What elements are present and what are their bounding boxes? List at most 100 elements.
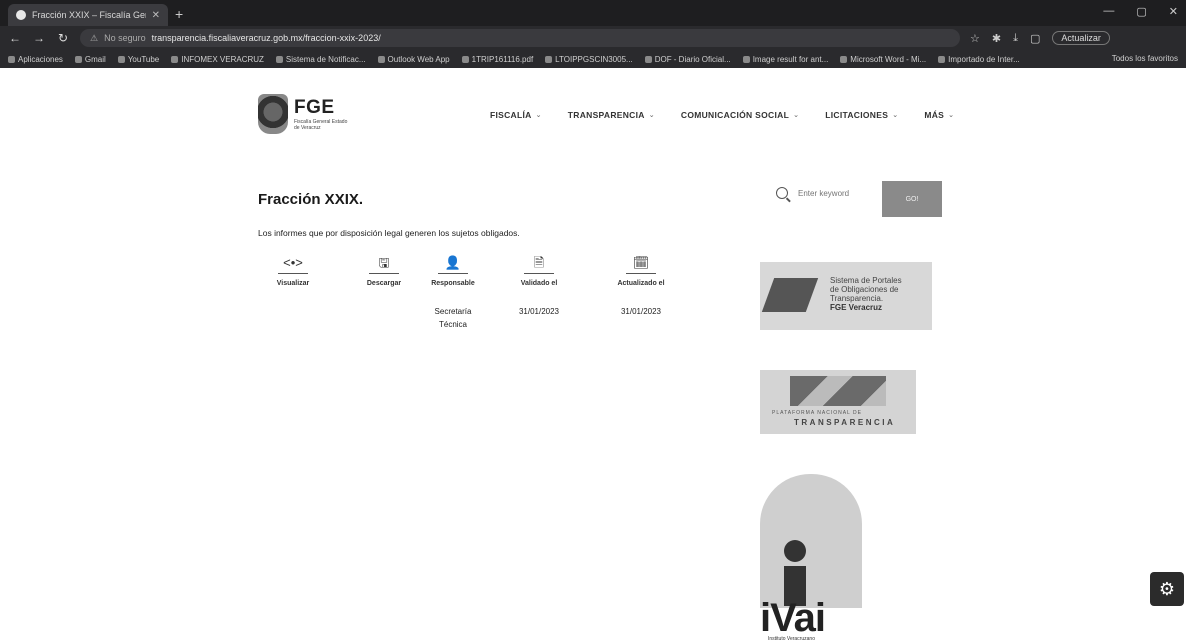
- minimize-button[interactable]: —: [1103, 5, 1114, 18]
- bookmark-item[interactable]: YouTube: [117, 55, 159, 64]
- dof-icon: [644, 55, 652, 63]
- sipot-text: Sistema de Portales de Obligaciones de T…: [830, 276, 902, 312]
- crest-icon: [258, 94, 288, 134]
- close-window-button[interactable]: ✕: [1169, 5, 1178, 18]
- menu-item-fiscalia[interactable]: FISCALÍA ⌄: [490, 110, 542, 120]
- apps-icon: [8, 55, 15, 63]
- site-logo[interactable]: FGE Fiscalía General Estado de Veracruz: [258, 94, 354, 134]
- browser-tab[interactable]: Fracción XXIX – Fiscalía General ✕: [8, 4, 168, 26]
- back-icon[interactable]: ←: [8, 31, 22, 45]
- bookmark-item[interactable]: Gmail: [74, 55, 106, 64]
- chevron-down-icon: ⌄: [648, 112, 655, 119]
- validado-value: 31/01/2023: [518, 307, 560, 316]
- bookmark-item[interactable]: Image result for ant...: [742, 55, 828, 64]
- logo-title: FGE: [294, 97, 335, 118]
- menu-item-mas[interactable]: MÁS ⌄: [924, 110, 954, 120]
- actualizado-label: Actualizado el: [617, 280, 665, 287]
- validated-icon: 🗎: [533, 255, 545, 270]
- logo-subtitle: Fiscalía General Estado de Veracruz: [294, 119, 348, 131]
- forward-icon[interactable]: →: [32, 31, 46, 45]
- responsable-label: Responsable: [431, 280, 475, 287]
- visualizar-action[interactable]: <•> Visualizar: [248, 255, 338, 287]
- accessibility-icon: ⚙: [1158, 578, 1176, 599]
- chevron-down-icon: ⌄: [535, 112, 542, 119]
- download-icon[interactable]: ⤓: [1013, 32, 1018, 45]
- eye-code-icon: <•>: [283, 255, 303, 270]
- close-tab-icon[interactable]: ✕: [152, 10, 160, 21]
- actualizado-field: 🗓 Actualizado el 31/01/2023: [596, 255, 686, 318]
- main-content: Fracción XXIX. Los informes que por disp…: [258, 185, 718, 329]
- bookmark-item[interactable]: Sistema de Notificac...: [275, 55, 366, 64]
- doc-icon: [545, 55, 553, 63]
- menu-item-transparencia[interactable]: TRANSPARENCIA ⌄: [568, 110, 655, 120]
- main-menu: FISCALÍA ⌄ TRANSPARENCIA ⌄ COMUNICACIÓN SO…: [490, 110, 954, 120]
- bookmark-item[interactable]: Importado de Inter...: [938, 55, 1020, 64]
- actualizado-value: 31/01/2023: [620, 307, 662, 316]
- security-label: No seguro: [104, 33, 146, 43]
- page-description: Los informes que por disposición legal g…: [258, 228, 520, 238]
- pnt-title: TRANSPARENCIA: [794, 418, 896, 427]
- outlook-icon: [377, 55, 385, 63]
- chevron-down-icon: ⌄: [793, 112, 800, 119]
- pdf-icon: [461, 55, 469, 63]
- browser-chrome: Fracción XXIX – Fiscalía General ✕ + — ▢…: [0, 0, 1186, 68]
- document-meta: <•> Visualizar 🖫 Descargar 👤 Responsable…: [258, 255, 718, 365]
- ivai-banner[interactable]: iVai Instituto Veracruzano: [760, 474, 862, 644]
- search-input[interactable]: [798, 188, 883, 198]
- url-text[interactable]: transparencia.fiscaliaveracruz.gob.mx/fr…: [152, 33, 381, 43]
- menu-item-comunicacion-social[interactable]: COMUNICACIÓN SOCIAL ⌄: [681, 110, 799, 120]
- ivai-caption: Instituto Veracruzano: [768, 636, 815, 642]
- sipot-logo-icon: [761, 278, 819, 312]
- star-icon[interactable]: ☆: [970, 32, 980, 45]
- accessibility-button[interactable]: ⚙: [1150, 572, 1184, 606]
- responsable-field: 👤 Responsable Secretaría Técnica: [408, 255, 498, 331]
- sidepanel-icon[interactable]: ▢: [1030, 32, 1040, 45]
- extensions-icon[interactable]: ✱: [992, 32, 1001, 45]
- security-warning-icon[interactable]: ⚠: [90, 33, 98, 44]
- page-title: Fracción XXIX.: [258, 191, 364, 208]
- favicon-icon: [16, 10, 26, 20]
- bookmarks-bar: Aplicaciones Gmail YouTube INFOMEX VERAC…: [0, 50, 1186, 68]
- validado-label: Validado el: [520, 280, 558, 287]
- pnt-banner[interactable]: PLATAFORMA NACIONAL DE TRANSPARENCIA: [760, 370, 916, 434]
- bookmark-item[interactable]: INFOMEX VERACRUZ: [171, 55, 264, 64]
- ivai-arch-icon: [760, 474, 862, 608]
- pnt-logo-icon: [790, 376, 886, 406]
- globe-icon: [742, 55, 750, 63]
- bookmark-item[interactable]: DOF - Diario Oficial...: [644, 55, 731, 64]
- all-bookmarks-link[interactable]: Todos los favoritos: [1112, 54, 1178, 63]
- update-button[interactable]: Actualizar: [1052, 31, 1110, 45]
- responsable-value: Secretaría Técnica: [434, 307, 472, 329]
- pnt-subtitle: PLATAFORMA NACIONAL DE: [772, 410, 862, 416]
- ivai-logo-text: iVai: [760, 596, 826, 640]
- new-tab-button[interactable]: +: [175, 6, 183, 22]
- sipot-banner[interactable]: Sistema de Portales de Obligaciones de T…: [760, 262, 932, 330]
- bookmark-item[interactable]: LTOIPPGSCIN3005...: [545, 55, 633, 64]
- gmail-icon: [74, 55, 82, 63]
- go-button[interactable]: GO!: [882, 181, 942, 217]
- chevron-down-icon: ⌄: [892, 112, 899, 119]
- tab-title: Fracción XXIX – Fiscalía General: [32, 10, 146, 20]
- youtube-icon: [117, 55, 125, 63]
- tab-bar: Fracción XXIX – Fiscalía General ✕ + — ▢…: [0, 0, 1186, 26]
- globe-icon: [840, 55, 848, 63]
- logo-text: FGE Fiscalía General Estado de Veracruz: [294, 97, 354, 131]
- validado-field: 🗎 Validado el 31/01/2023: [494, 255, 584, 318]
- toolbar-icons: ☆ ✱ ⤓ ▢ Actualizar: [970, 31, 1110, 45]
- search-icon[interactable]: [776, 187, 788, 199]
- globe-icon: [275, 55, 283, 63]
- bookmark-item[interactable]: Microsoft Word - Mi...: [840, 55, 926, 64]
- address-row: ← → ↻ ⚠ No seguro transparencia.fiscalia…: [0, 26, 1186, 50]
- bookmark-item[interactable]: Aplicaciones: [8, 55, 63, 64]
- maximize-button[interactable]: ▢: [1136, 5, 1146, 18]
- reload-icon[interactable]: ↻: [56, 31, 70, 45]
- menu-item-licitaciones[interactable]: LICITACIONES ⌄: [825, 110, 898, 120]
- site-header: FGE Fiscalía General Estado de Veracruz …: [0, 68, 1186, 168]
- address-bar[interactable]: ⚠ No seguro transparencia.fiscaliaveracr…: [80, 29, 960, 47]
- bookmark-item[interactable]: 1TRIP161116.pdf: [461, 55, 533, 64]
- folder-icon: [938, 55, 946, 63]
- window-controls: — ▢ ✕: [1103, 5, 1178, 18]
- bookmark-item[interactable]: Outlook Web App: [377, 55, 450, 64]
- visualizar-label: Visualizar: [276, 280, 310, 287]
- search-widget: GO!: [776, 181, 942, 217]
